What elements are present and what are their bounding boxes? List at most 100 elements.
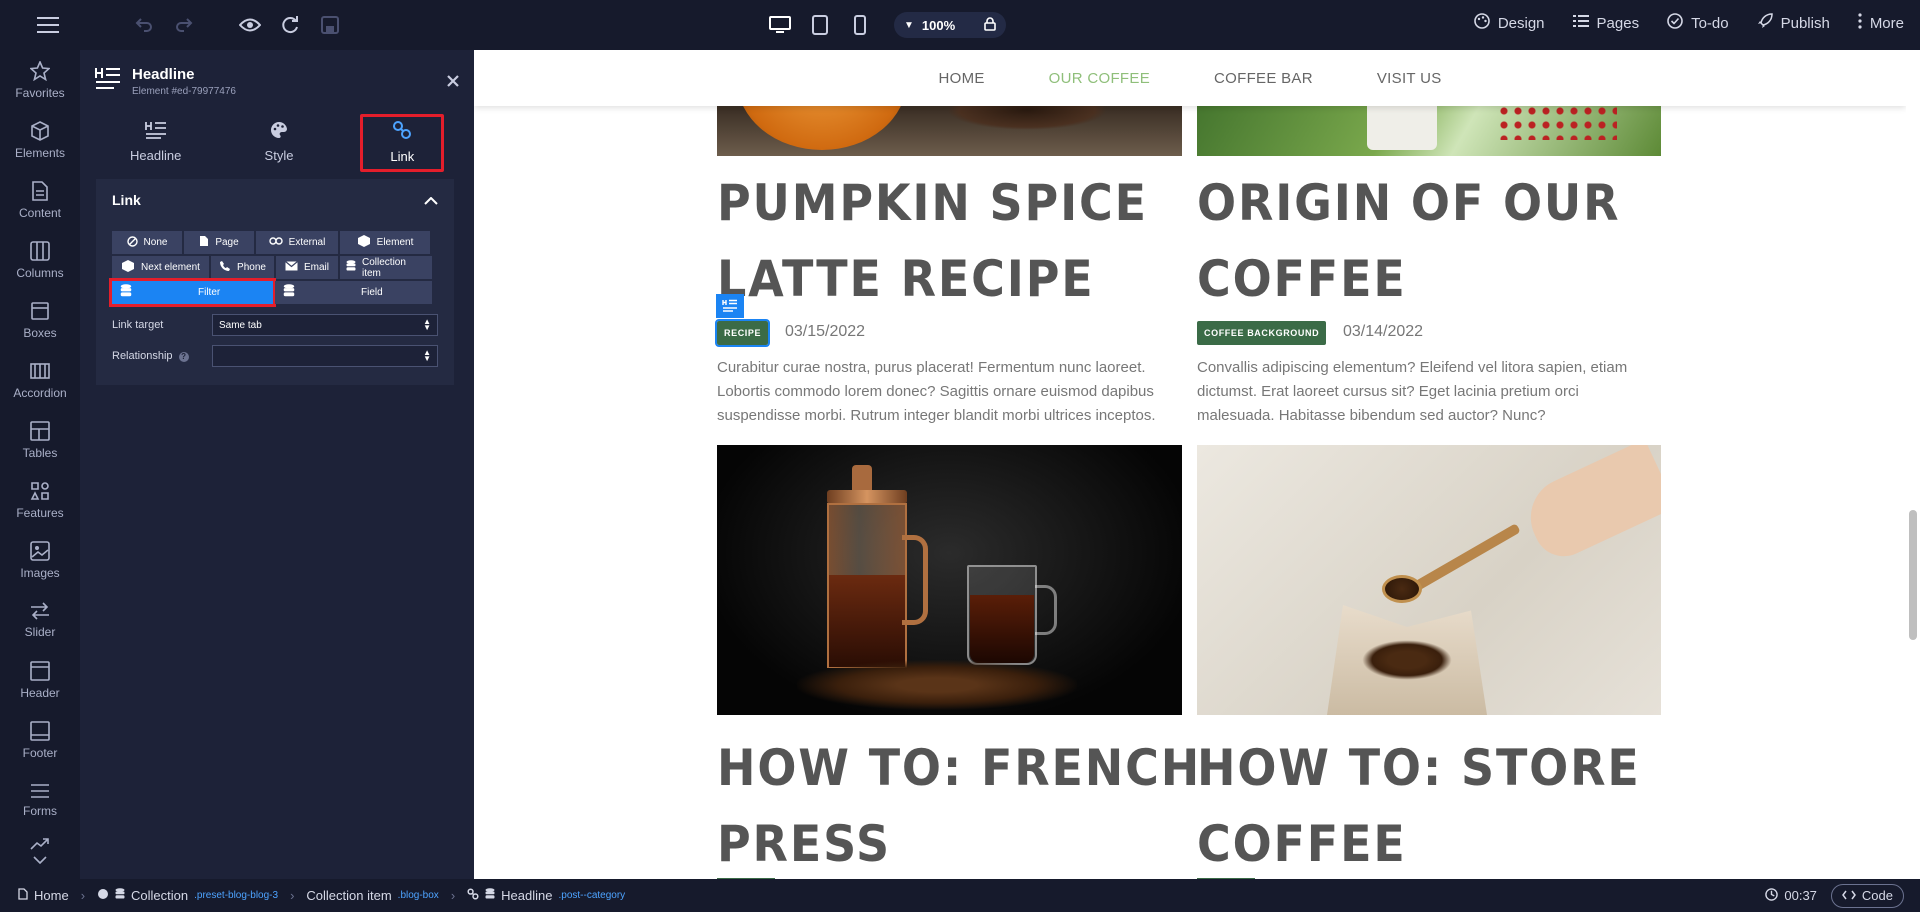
more-button[interactable]: More xyxy=(1858,13,1904,33)
hamburger-menu-icon[interactable] xyxy=(28,13,68,37)
link-target-select[interactable]: Same tab ▲ ▼ xyxy=(212,314,438,336)
element-sidebar: Favorites Elements Content Columns Boxes… xyxy=(0,50,80,879)
zoom-value: 100% xyxy=(921,17,956,33)
post-title[interactable]: ORIGIN OF OUR COFFEE xyxy=(1197,165,1620,317)
database-icon xyxy=(283,284,295,301)
chevron-up-icon xyxy=(424,192,438,208)
breadcrumb-collection-item[interactable]: Collection item xyxy=(306,888,391,903)
cube-icon xyxy=(121,259,135,276)
table-icon xyxy=(30,420,50,441)
star-icon xyxy=(30,60,50,81)
database-icon xyxy=(346,260,356,275)
close-icon[interactable] xyxy=(446,74,460,93)
database-icon xyxy=(485,888,495,903)
code-button[interactable]: Code xyxy=(1830,883,1904,908)
site-nav: HOME OUR COFFEE COFFEE BAR VISIT US xyxy=(474,50,1906,106)
sidebar-item-accordion[interactable]: Accordion xyxy=(0,350,80,410)
category-badge[interactable]: RECIPE xyxy=(714,319,771,347)
link-element-button[interactable]: Element xyxy=(340,231,430,254)
palette-icon xyxy=(1474,13,1490,33)
headline-icon xyxy=(144,121,167,142)
link-phone-button[interactable]: Phone xyxy=(211,256,274,279)
help-icon[interactable]: ? xyxy=(178,352,189,362)
preview-eye-icon[interactable] xyxy=(230,13,270,37)
post-title[interactable]: HOW TO: FRENCH PRESS xyxy=(717,730,1201,879)
post-title[interactable]: PUMPKIN SPICE LATTE RECIPE xyxy=(717,165,1148,317)
tab-headline[interactable]: Headline xyxy=(94,112,217,172)
scrollbar-thumb[interactable] xyxy=(1909,510,1917,640)
features-icon xyxy=(30,481,49,500)
post-title[interactable]: HOW TO: STORE COFFEE xyxy=(1197,730,1641,879)
nav-visit-us[interactable]: VISIT US xyxy=(1377,70,1442,87)
relationship-select[interactable]: ▲ ▼ xyxy=(212,345,438,367)
chain-icon xyxy=(268,237,283,248)
sidebar-item-elements[interactable]: Elements xyxy=(0,110,80,170)
sidebar-item-more[interactable] xyxy=(0,830,80,870)
nav-coffee-bar[interactable]: COFFEE BAR xyxy=(1214,70,1313,87)
tab-style[interactable]: Style xyxy=(217,112,340,172)
link-section: Link None Page External Element Next ele… xyxy=(96,179,454,385)
breadcrumb: Home › Collection .preset-blog-blog-3 › … xyxy=(18,888,625,903)
sidebar-item-slider[interactable]: Slider xyxy=(0,590,80,650)
link-next-element-button[interactable]: Next element xyxy=(112,256,209,279)
headline-marker-icon[interactable] xyxy=(716,294,744,318)
sidebar-item-images[interactable]: Images xyxy=(0,530,80,590)
lock-icon[interactable] xyxy=(984,16,996,34)
cube-icon xyxy=(357,234,371,251)
clock-icon xyxy=(1765,887,1779,904)
post-image-coffee-scoop[interactable] xyxy=(1197,445,1661,715)
post-excerpt: Convallis adipiscing elementum? Eleifend… xyxy=(1197,359,1628,424)
sidebar-item-tables[interactable]: Tables xyxy=(0,410,80,470)
link-external-button[interactable]: External xyxy=(256,231,338,254)
session-timer: 00:37 xyxy=(1784,888,1817,903)
publish-button[interactable]: Publish xyxy=(1757,13,1830,33)
tablet-view-icon[interactable] xyxy=(800,11,840,39)
design-button[interactable]: Design xyxy=(1474,13,1545,33)
link-page-button[interactable]: Page xyxy=(184,231,254,254)
panel-title: Headline xyxy=(132,66,195,83)
link-collection-item-button[interactable]: Collection item xyxy=(340,256,432,279)
pages-button[interactable]: Pages xyxy=(1572,14,1639,32)
element-settings-panel: Headline Element #ed-79977476 Headline S… xyxy=(80,50,474,879)
nav-our-coffee[interactable]: OUR COFFEE xyxy=(1049,70,1150,87)
footer-icon xyxy=(30,720,50,741)
top-toolbar: ▼ 100% Design Pages To-do Publish More xyxy=(0,0,1920,50)
category-badge[interactable]: COFFEE BACKGROUND xyxy=(1197,321,1327,345)
link-field-button[interactable]: Field xyxy=(274,281,432,304)
link-section-header[interactable]: Link xyxy=(96,179,454,221)
panel-tabs: Headline Style Link xyxy=(94,112,464,172)
relationship-row: Relationship ? ▲ ▼ xyxy=(112,345,438,367)
refresh-icon[interactable] xyxy=(270,13,310,37)
sort-arrows-icon: ▲ ▼ xyxy=(423,348,431,363)
link-email-button[interactable]: Email xyxy=(276,256,338,279)
breadcrumb-headline[interactable]: Headline xyxy=(501,888,552,903)
breadcrumb-home[interactable]: Home xyxy=(34,888,69,903)
link-none-button[interactable]: None xyxy=(112,231,182,254)
post-date: 03/15/2022 xyxy=(785,323,866,340)
tab-link[interactable]: Link xyxy=(341,112,464,172)
page-icon xyxy=(18,888,28,903)
redo-icon[interactable] xyxy=(164,13,204,37)
zoom-control[interactable]: ▼ 100% xyxy=(894,12,1006,38)
sidebar-item-features[interactable]: Features xyxy=(0,470,80,530)
save-icon[interactable] xyxy=(310,13,350,37)
sidebar-item-footer[interactable]: Footer xyxy=(0,710,80,770)
nav-home[interactable]: HOME xyxy=(938,70,984,87)
mobile-view-icon[interactable] xyxy=(840,11,880,39)
panel-header: Headline Element #ed-79977476 xyxy=(94,66,236,99)
todo-button[interactable]: To-do xyxy=(1667,13,1729,33)
link-type-grid: None Page External Element Next element … xyxy=(109,231,432,307)
breadcrumb-collection[interactable]: Collection xyxy=(131,888,188,903)
sidebar-item-boxes[interactable]: Boxes xyxy=(0,290,80,350)
sidebar-item-favorites[interactable]: Favorites xyxy=(0,50,80,110)
sidebar-item-columns[interactable]: Columns xyxy=(0,230,80,290)
chevron-down-icon[interactable] xyxy=(33,855,47,864)
link-filter-button[interactable]: Filter xyxy=(109,278,276,307)
canvas-scrollbar[interactable] xyxy=(1906,50,1920,879)
sidebar-item-content[interactable]: Content xyxy=(0,170,80,230)
post-image-french-press[interactable] xyxy=(717,445,1182,715)
undo-icon[interactable] xyxy=(124,13,164,37)
sidebar-item-header[interactable]: Header xyxy=(0,650,80,710)
sidebar-item-forms[interactable]: Forms xyxy=(0,770,80,830)
desktop-view-icon[interactable] xyxy=(760,11,800,39)
